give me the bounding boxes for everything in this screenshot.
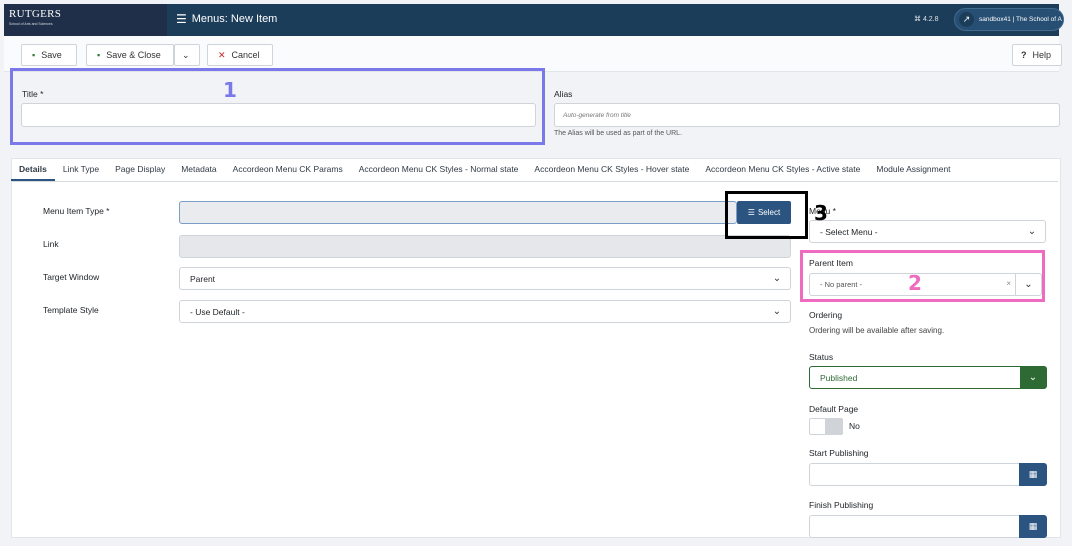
status-select[interactable]: Published ⌄ — [809, 366, 1047, 389]
chevron-down-icon: ⌄ — [1020, 367, 1046, 388]
menu-select[interactable]: - Select Menu - ⌄ — [809, 220, 1046, 243]
alias-label: Alias — [554, 89, 573, 99]
list-icon: ☰ — [176, 12, 187, 26]
alias-help-text: The Alias will be used as part of the UR… — [554, 130, 683, 137]
template-style-value: - Use Default - — [190, 306, 245, 317]
brand-logo-text: RUTGERS — [9, 8, 62, 20]
save-options-dropdown[interactable]: ⌄ — [174, 44, 200, 66]
status-value: Published — [820, 372, 858, 383]
status-label: Status — [809, 352, 834, 362]
tab-link-type[interactable]: Link Type — [55, 164, 107, 181]
tab-accordeon-hover[interactable]: Accordeon Menu CK Styles - Hover state — [526, 164, 697, 181]
link-label: Link — [43, 239, 59, 249]
tab-accordeon-normal[interactable]: Accordeon Menu CK Styles - Normal state — [351, 164, 527, 181]
annotation-box-1 — [10, 68, 545, 145]
tab-module-assignment[interactable]: Module Assignment — [868, 164, 958, 181]
question-icon: ? — [1021, 50, 1027, 60]
chevron-down-icon: ⌄ — [182, 49, 190, 60]
chevron-down-icon: ⌄ — [772, 273, 782, 284]
save-icon: ▪ — [32, 50, 36, 60]
save-icon: ▪ — [97, 50, 101, 60]
brand-logo-subtext: School of Arts and Sciences — [9, 22, 53, 26]
tab-accordeon-params[interactable]: Accordeon Menu CK Params — [225, 164, 351, 181]
brand-logo[interactable]: RUTGERS School of Arts and Sciences — [4, 4, 167, 36]
annotation-box-2 — [800, 250, 1045, 302]
default-page-label: Default Page — [809, 404, 859, 414]
chevron-down-icon: ⌄ — [772, 306, 782, 317]
target-window-value: Parent — [190, 273, 216, 284]
annotation-number-1: 1 — [223, 78, 237, 102]
save-close-button[interactable]: ▪ Save & Close — [86, 44, 174, 66]
save-button-label: Save — [41, 50, 62, 60]
calendar-icon[interactable]: ▦ — [1019, 515, 1047, 538]
default-page-value: No — [849, 421, 860, 431]
alias-input[interactable]: Auto-generate from title — [554, 103, 1060, 127]
start-publishing-input[interactable] — [809, 463, 1021, 486]
annotation-number-3: 3 — [814, 201, 828, 225]
save-button[interactable]: ▪ Save — [21, 44, 77, 66]
page-title-text: Menus: New Item — [191, 13, 278, 25]
toolbar: ▪ Save ▪ Save & Close ⌄ ✕ Cancel ? Help — [4, 36, 1062, 72]
target-window-label: Target Window — [43, 272, 100, 282]
ordering-label: Ordering — [809, 310, 843, 320]
top-header: RUTGERS School of Arts and Sciences ☰ Me… — [4, 4, 1064, 36]
template-style-select[interactable]: - Use Default - ⌄ — [179, 300, 791, 323]
cancel-button[interactable]: ✕ Cancel — [207, 44, 273, 66]
start-publishing-label: Start Publishing — [809, 448, 869, 458]
link-field — [179, 235, 791, 258]
save-close-button-label: Save & Close — [106, 50, 161, 60]
alias-placeholder: Auto-generate from title — [563, 111, 631, 119]
help-button-label: Help — [1032, 50, 1052, 60]
page-title: ☰ Menus: New Item — [176, 12, 277, 26]
finish-publishing-input[interactable] — [809, 515, 1021, 538]
template-style-label: Template Style — [43, 305, 99, 315]
ordering-text: Ordering will be available after saving. — [809, 326, 945, 335]
tab-details[interactable]: Details — [11, 164, 55, 181]
cancel-button-label: Cancel — [231, 50, 260, 60]
close-icon: ✕ — [218, 49, 226, 60]
annotation-number-2: 2 — [908, 271, 922, 295]
tab-metadata[interactable]: Metadata — [173, 164, 224, 181]
help-button[interactable]: ? Help — [1012, 44, 1062, 66]
tab-page-display[interactable]: Page Display — [107, 164, 173, 181]
version-label: ⌘ 4.2.8 — [914, 16, 939, 23]
external-link-icon: ↗ — [959, 12, 974, 27]
menu-item-type-label: Menu Item Type * — [43, 206, 110, 216]
target-window-select[interactable]: Parent ⌄ — [179, 267, 791, 290]
tab-accordeon-active[interactable]: Accordeon Menu CK Styles - Active state — [697, 164, 868, 181]
finish-publishing-label: Finish Publishing — [809, 500, 874, 510]
tab-bar: Details Link Type Page Display Metadata … — [11, 158, 1058, 182]
site-link-button[interactable]: ↗ sandbox41 | The School of A — [954, 8, 1064, 31]
annotation-box-3 — [725, 191, 808, 239]
calendar-icon[interactable]: ▦ — [1019, 463, 1047, 486]
menu-value: - Select Menu - — [820, 226, 878, 237]
chevron-down-icon: ⌄ — [1027, 226, 1037, 237]
site-name: sandbox41 | The School of A — [979, 16, 1062, 23]
toggle-knob — [825, 419, 842, 434]
default-page-toggle[interactable] — [809, 418, 843, 435]
menu-item-type-field[interactable] — [179, 201, 737, 224]
